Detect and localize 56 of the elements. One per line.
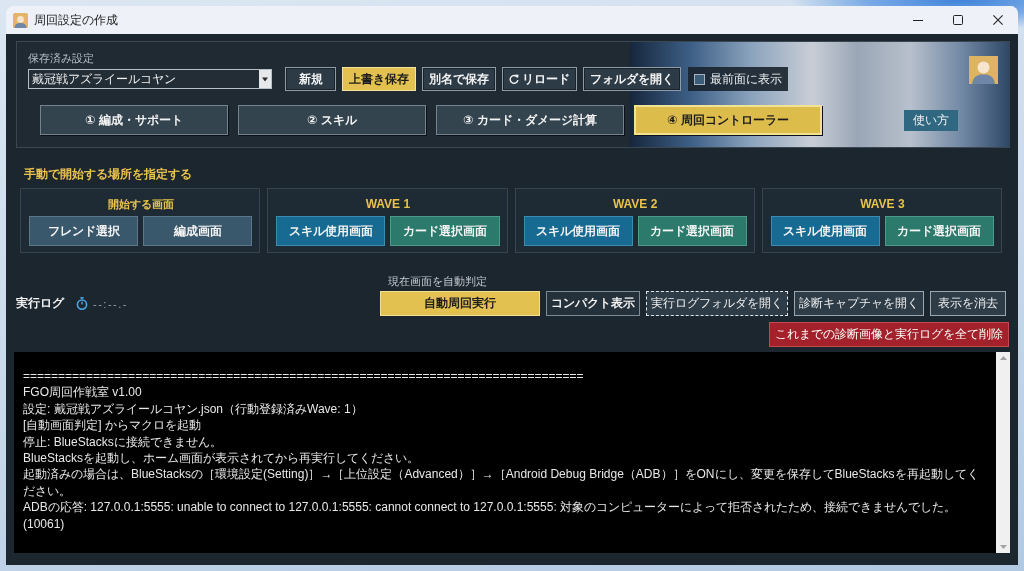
group-title: WAVE 1 <box>365 197 411 211</box>
card-screen-button[interactable]: カード選択画面 <box>390 216 500 246</box>
scroll-up-arrow-icon[interactable] <box>999 356 1007 360</box>
card-screen-button[interactable]: カード選択画面 <box>637 216 747 246</box>
settings-dropdown[interactable]: 戴冠戦アズライールコヤン <box>28 69 272 89</box>
log-line: 起動済みの場合は、BlueStacksの［環境設定(Setting)］→［上位設定（Advanced）］→［Android Debug Bridge（ADB）］をONにし、変更を保存してBlueStacksを再起動してください。 <box>23 466 980 500</box>
log-title: 実行ログ <box>16 295 64 312</box>
save-as-button[interactable]: 別名で保存 <box>422 67 496 91</box>
reload-button[interactable]: リロード <box>502 67 577 91</box>
checkbox-icon[interactable] <box>694 73 705 85</box>
log-line: FGO周回作戦室 v1.00 <box>23 384 142 401</box>
stopwatch-icon <box>76 297 88 310</box>
group-title: WAVE 2 <box>612 197 658 211</box>
overwrite-save-button[interactable]: 上書き保存 <box>342 67 416 91</box>
screen-button[interactable]: 編成画面 <box>143 216 253 246</box>
log-line: ADBの応答: 127.0.0.1:5555: unable to connect to 127.0.0.1:5555: cannot connect to 127.0.0.1:5555: 対象のコンピューターによって拒否されたため、接続できませんでした。(10061) <box>23 499 958 533</box>
clear-log-button[interactable]: 表示を消去 <box>930 291 1006 316</box>
open-folder-button[interactable]: フォルダを開く <box>583 67 681 91</box>
delete-all-button[interactable]: これまでの診断画像と実行ログを全て削除 <box>769 322 1009 347</box>
new-button[interactable]: 新規 <box>285 67 336 91</box>
scrollbar[interactable] <box>996 352 1010 553</box>
card-screen-button[interactable]: カード選択画面 <box>884 216 994 246</box>
compact-view-button[interactable]: コンパクト表示 <box>546 291 640 316</box>
open-log-folder-button[interactable]: 実行ログフォルダを開く <box>646 291 788 316</box>
maximize-icon <box>953 15 963 25</box>
tab[interactable]: ④ 周回コントローラー <box>634 105 822 135</box>
avatar-icon <box>969 56 998 84</box>
close-icon <box>993 15 1003 25</box>
help-button[interactable]: 使い方 <box>904 109 958 131</box>
tab[interactable]: ② スキル <box>238 105 426 135</box>
log-line: 停止: BlueStacksに接続できません。 <box>23 433 222 451</box>
scroll-down-arrow-icon[interactable] <box>999 545 1007 549</box>
always-on-top-checkbox[interactable]: 最前面に表示 <box>688 67 788 91</box>
tab[interactable]: ③ カード・ダメージ計算 <box>436 105 624 135</box>
window-title: 周回設定の作成 <box>34 11 118 29</box>
section-title: 手動で開始する場所を指定する <box>24 167 192 182</box>
group-title: WAVE 3 <box>860 197 905 211</box>
avatar-icon <box>13 12 28 28</box>
group-title: 開始する画面 <box>107 197 174 211</box>
skill-screen-button[interactable]: スキル使用画面 <box>276 216 386 246</box>
saved-settings-label: 保存済み設定 <box>28 51 94 65</box>
auto-detect-label: 現在画面を自動判定 <box>388 274 487 288</box>
screen-button[interactable]: フレンド選択 <box>29 216 139 246</box>
open-capture-button[interactable]: 診断キャプチャを開く <box>794 291 924 316</box>
caret-icon <box>259 70 271 88</box>
minimize-icon <box>913 19 923 21</box>
log-line: ================================================================================ <box>23 368 584 385</box>
log-line: [自動画面判定] からマクロを起動 <box>23 417 201 434</box>
log-line: 設定: 戴冠戦アズライールコヤン.json（行動登録済みWave: 1） <box>23 400 363 418</box>
timer-text: --:--.- <box>93 297 128 310</box>
auto-run-button[interactable]: 自動周回実行 <box>380 291 540 316</box>
tab[interactable]: ① 編成・サポート <box>40 105 228 135</box>
skill-screen-button[interactable]: スキル使用画面 <box>770 216 880 246</box>
reload-icon <box>509 74 519 84</box>
log-line: BlueStacksを起動し、ホーム画面が表示されてから再実行してください。 <box>23 450 420 467</box>
skill-screen-button[interactable]: スキル使用画面 <box>523 216 633 246</box>
